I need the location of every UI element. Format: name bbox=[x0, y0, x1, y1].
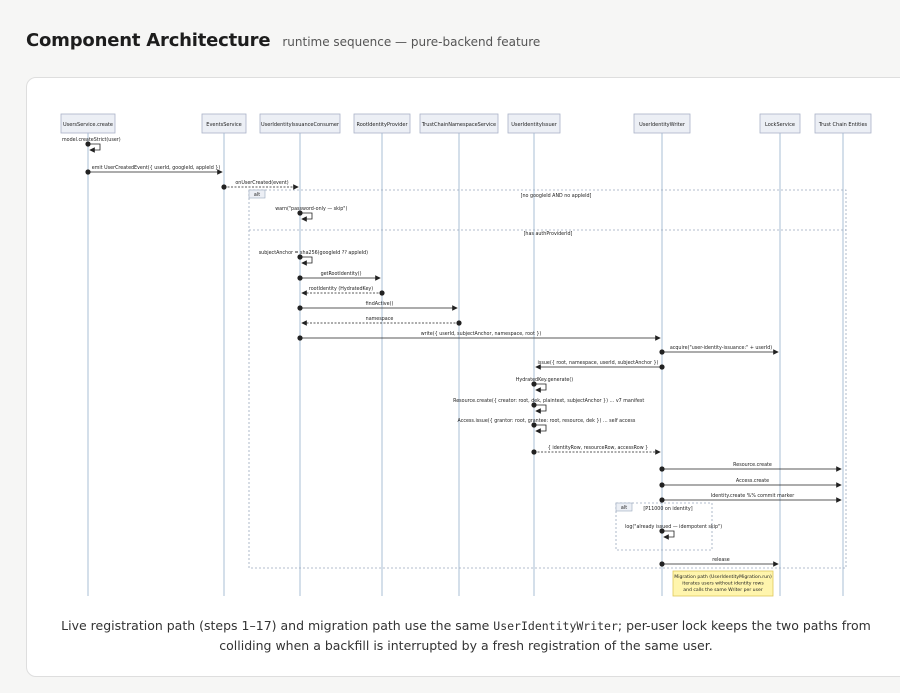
message-label: release bbox=[712, 557, 730, 563]
participant-label: Trust Chain Entities bbox=[818, 122, 868, 128]
fragment-tag: alt bbox=[254, 192, 260, 198]
message: acquire("user-identity-issuance:" + user… bbox=[659, 345, 779, 355]
sequence-diagram: UsersService.create EventsService UserIden… bbox=[60, 113, 872, 597]
participant: UserIdentityIssuanceConsumer bbox=[259, 113, 341, 596]
message-label: emit UserCreatedEvent({ userId, googleId… bbox=[92, 165, 221, 171]
message-label: log("already issued — idempotent skip") bbox=[625, 524, 722, 530]
note-line: Migration path (UserIdentityMigration.ru… bbox=[674, 574, 772, 580]
message: { identityRow, resourceRow, accessRow } bbox=[531, 445, 661, 455]
message-label: rootIdentity (HydratedKey) bbox=[309, 286, 373, 292]
participant: UserIdentityIssuer bbox=[507, 113, 561, 596]
message-dot bbox=[297, 305, 303, 311]
message-label: model.createStrict(user) bbox=[62, 137, 121, 143]
message: issue({ root, namespace, userId, subject… bbox=[535, 360, 665, 370]
message-label: subjectAnchor = sha256(googleId ?? apple… bbox=[259, 250, 368, 256]
message-label: Resource.create bbox=[733, 462, 772, 468]
message-dot bbox=[531, 449, 537, 455]
message: Access.issue({ grantor: root, grantee: r… bbox=[458, 418, 636, 434]
message: subjectAnchor = sha256(googleId ?? apple… bbox=[259, 250, 368, 266]
message-label: issue({ root, namespace, userId, subject… bbox=[538, 360, 659, 366]
message: log("already issued — idempotent skip") bbox=[625, 524, 722, 540]
participant-label: UserIdentityWriter bbox=[639, 122, 686, 128]
message-label: HydratedKey.generate() bbox=[516, 377, 573, 383]
message: warn("password-only — skip") bbox=[275, 206, 348, 222]
fragment-guard: [P11000 on identity] bbox=[643, 506, 692, 512]
message-label: findActive() bbox=[366, 301, 394, 307]
participant: Trust Chain Entities bbox=[814, 113, 872, 596]
message: Access.create bbox=[659, 478, 842, 488]
note-line: and calls the same Writer per user bbox=[683, 587, 763, 593]
message: write({ userId, subjectAnchor, namespace… bbox=[297, 331, 661, 341]
diagram-caption: Live registration path (steps 1–17) and … bbox=[56, 616, 876, 656]
message: getRootIdentity() bbox=[297, 271, 381, 281]
message-dot bbox=[659, 466, 665, 472]
message-label: Identity.create %% commit marker bbox=[711, 493, 794, 499]
message: HydratedKey.generate() bbox=[516, 377, 573, 393]
message-dot bbox=[659, 482, 665, 488]
message: Resource.create bbox=[659, 462, 842, 472]
message-label: namespace bbox=[366, 317, 394, 322]
message-dot bbox=[659, 349, 665, 355]
participant-label: EventsService bbox=[206, 122, 241, 128]
caption-text-before: Live registration path (steps 1–17) and … bbox=[61, 618, 494, 633]
note-line: iterates users without identity rows bbox=[682, 581, 764, 587]
message-dot bbox=[659, 364, 665, 370]
message: model.createStrict(user) bbox=[62, 137, 121, 153]
participant: UserIdentityWriter bbox=[633, 113, 691, 596]
participant-label: RootIdentityProvider bbox=[356, 122, 408, 128]
fragment-guard: [no googleId AND no appleId] bbox=[521, 193, 592, 199]
message-dot bbox=[85, 169, 91, 175]
participant: LockService bbox=[759, 113, 801, 596]
message-dot bbox=[221, 184, 227, 190]
message-dot bbox=[659, 497, 665, 503]
message-label: { identityRow, resourceRow, accessRow } bbox=[548, 445, 648, 451]
message: onUserCreated(event) bbox=[221, 180, 299, 190]
message: Resource.create({ creator: root, dek, pl… bbox=[453, 398, 644, 414]
message-label: onUserCreated(event) bbox=[235, 180, 288, 186]
participant-label: LockService bbox=[765, 122, 795, 128]
message-dot bbox=[456, 320, 462, 326]
message-dot bbox=[659, 561, 665, 567]
message-label: Access.issue({ grantor: root, grantee: r… bbox=[458, 418, 636, 424]
message-label: write({ userId, subjectAnchor, namespace… bbox=[421, 331, 542, 337]
message-dot bbox=[297, 275, 303, 281]
participant-label: UserIdentityIssuanceConsumer bbox=[261, 122, 340, 128]
message: findActive() bbox=[297, 301, 458, 311]
caption-code: UserIdentityWriter bbox=[493, 619, 618, 633]
message-dot bbox=[379, 290, 385, 296]
message-label: Access.create bbox=[736, 478, 769, 484]
participant-label: UserIdentityIssuer bbox=[511, 122, 557, 128]
message-label: Resource.create({ creator: root, dek, pl… bbox=[453, 398, 644, 404]
fragment-guard: [has authProviderId] bbox=[524, 231, 573, 237]
participant-label: TrustChainNamespaceService bbox=[421, 122, 496, 128]
participant: RootIdentityProvider bbox=[353, 113, 411, 596]
message-label: getRootIdentity() bbox=[321, 271, 362, 277]
message: rootIdentity (HydratedKey) bbox=[301, 286, 385, 296]
message-label: acquire("user-identity-issuance:" + user… bbox=[670, 345, 772, 351]
message-dot bbox=[297, 335, 303, 341]
message: release bbox=[659, 557, 779, 567]
participant: TrustChainNamespaceService bbox=[419, 113, 499, 596]
message: Identity.create %% commit marker bbox=[659, 493, 842, 503]
participant: UsersService.create bbox=[60, 113, 116, 596]
message-label: warn("password-only — skip") bbox=[275, 206, 347, 212]
message: emit UserCreatedEvent({ userId, googleId… bbox=[85, 165, 223, 175]
migration-note: Migration path (UserIdentityMigration.ru… bbox=[672, 570, 774, 597]
fragment-tag: alt bbox=[621, 505, 627, 511]
participant-label: UsersService.create bbox=[63, 122, 113, 128]
